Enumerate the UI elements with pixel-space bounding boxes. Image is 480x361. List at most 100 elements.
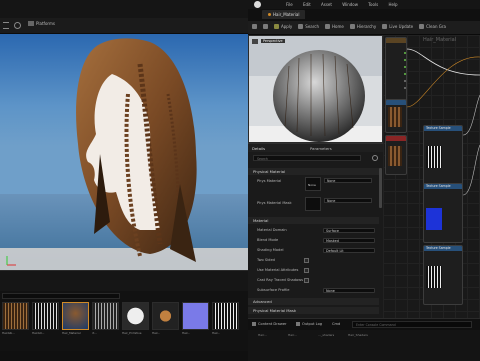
path-bar[interactable]: [2, 293, 120, 299]
editor-tab-bar: Hair_Material: [248, 9, 480, 21]
tab-parameters[interactable]: Parameters: [310, 146, 332, 151]
content-browser: HairAlb... HairAO... Hair_Material rt... Hai…: [0, 270, 248, 361]
search-placeholder: Search: [257, 156, 268, 161]
status-bar: Content Drawer Output Log Cmd Enter Cons…: [248, 318, 480, 330]
section-advanced[interactable]: Advanced: [248, 298, 379, 305]
material-row: Shading Model Default Lit: [248, 247, 383, 254]
material-row-checkbox[interactable]: [304, 278, 309, 283]
console-input[interactable]: Enter Console Command: [352, 321, 472, 328]
material-row-checkbox[interactable]: [304, 258, 309, 263]
menu-edit[interactable]: Edit: [303, 2, 311, 7]
material-row: Subsurface Profile None: [248, 287, 383, 294]
asset-label: HairAlb...: [2, 331, 15, 335]
strip-item-4[interactable]: Hair_Shaders: [348, 333, 368, 337]
menu-file[interactable]: File: [286, 2, 293, 7]
axis-gizmo: [6, 256, 16, 266]
search-label: Search: [305, 24, 320, 29]
main-viewport[interactable]: [0, 34, 248, 270]
asset-thumbnail[interactable]: [2, 302, 29, 330]
asset-thumbnail[interactable]: [122, 302, 149, 330]
asset-thumbnail[interactable]: [182, 302, 209, 330]
phys-material-dropdown[interactable]: None: [324, 178, 372, 183]
section-material[interactable]: Material: [248, 217, 379, 224]
platforms-icon: [28, 21, 34, 26]
asset-thumbnail[interactable]: [62, 302, 89, 330]
asset-thumbnail[interactable]: [32, 302, 59, 330]
asset-thumbnail[interactable]: [152, 302, 179, 330]
asset-strip: Hair... Hair... ..._shaders Hair_Shaders: [248, 330, 480, 360]
live-update-button[interactable]: Live Update: [382, 24, 413, 29]
asset-label: Hair...: [212, 331, 221, 335]
material-row-label: Subsurface Profile: [257, 288, 290, 292]
home-button[interactable]: Home: [325, 24, 344, 29]
platforms-button[interactable]: Platforms: [28, 21, 55, 26]
settings-icon[interactable]: [14, 22, 21, 29]
material-row: Blend Mode Masked: [248, 237, 383, 244]
save-button[interactable]: [252, 24, 257, 29]
graph-wires: [406, 48, 480, 196]
preview-perspective-label[interactable]: Perspective: [261, 39, 285, 43]
save-icon: [252, 24, 257, 29]
phys-material-label: Phys Material: [257, 179, 282, 183]
strip-item-3[interactable]: ..._shaders: [318, 333, 334, 337]
tab-hair-material[interactable]: Hair_Material: [262, 10, 306, 19]
cmd-dropdown[interactable]: Cmd: [332, 322, 340, 326]
menu-items: File Edit Asset Window Tools Help: [286, 2, 407, 7]
content-drawer-button[interactable]: Content Drawer: [252, 322, 287, 326]
clean-graph-button[interactable]: Clean Gra: [419, 24, 446, 29]
asset-thumbnail[interactable]: [212, 302, 239, 330]
material-row-dropdown[interactable]: Masked: [323, 237, 375, 243]
hierarchy-label: Hierarchy: [356, 24, 377, 29]
apply-label: Apply: [281, 24, 293, 29]
details-tab-row: Details Parameters: [248, 144, 383, 152]
material-icon: [268, 13, 271, 16]
search-icon: [298, 24, 304, 29]
folder-icon: [263, 24, 268, 29]
material-row-dropdown[interactable]: None: [323, 287, 375, 293]
unreal-logo-icon: [254, 1, 261, 8]
home-label: Home: [332, 24, 344, 29]
phys-mask-label: Phys Material Mask: [257, 201, 292, 205]
details-settings-icon[interactable]: [372, 155, 378, 161]
asset-thumbnail[interactable]: [92, 302, 119, 330]
asset-label: Hair...: [152, 331, 161, 335]
details-scrollbar[interactable]: [379, 168, 382, 208]
details-panel: Details Parameters Search Physical Mater…: [248, 143, 383, 318]
hierarchy-icon: [349, 24, 355, 29]
menu-tools[interactable]: Tools: [368, 2, 378, 7]
strip-item-2[interactable]: Hair...: [288, 333, 297, 337]
viewport-toolbar: Platforms: [0, 18, 248, 34]
live-update-icon: [382, 24, 388, 29]
output-log-button[interactable]: Output Log: [296, 322, 322, 326]
material-graph[interactable]: Hair_Material Texture Sample Texture Sam…: [383, 35, 480, 318]
phys-mask-thumb[interactable]: [305, 197, 321, 211]
material-row: Use Material Attributes: [248, 267, 383, 274]
material-row-label: Cast Ray Traced Shadows: [257, 278, 304, 282]
menu-window[interactable]: Window: [342, 2, 358, 7]
section-physical-material-mask[interactable]: Physical Material Mask: [248, 307, 379, 314]
strip-item-1[interactable]: Hair...: [258, 333, 267, 337]
material-row-dropdown[interactable]: Surface: [323, 227, 375, 233]
apply-button[interactable]: Apply: [274, 24, 292, 29]
log-icon: [296, 322, 300, 326]
clean-label: Clean Gra: [426, 24, 446, 29]
platforms-label: Platforms: [36, 21, 55, 26]
menu-help[interactable]: Help: [388, 2, 397, 7]
material-row-label: Blend Mode: [257, 238, 279, 242]
section-physical-material[interactable]: Physical Material: [248, 168, 379, 175]
material-row-checkbox[interactable]: [304, 268, 309, 273]
home-icon: [325, 24, 331, 29]
preview-menu-icon[interactable]: [252, 39, 258, 44]
details-search-input[interactable]: Search: [253, 155, 361, 161]
search-button[interactable]: Search: [298, 24, 319, 29]
menu-asset[interactable]: Asset: [321, 2, 332, 7]
clean-icon: [419, 24, 425, 29]
material-row-dropdown[interactable]: Default Lit: [323, 247, 375, 253]
hierarchy-button[interactable]: Hierarchy: [349, 24, 377, 29]
material-preview[interactable]: Perspective: [248, 35, 383, 143]
phys-mask-dropdown[interactable]: None: [324, 198, 372, 203]
menu-icon[interactable]: [3, 22, 9, 29]
tab-details[interactable]: Details: [252, 146, 265, 151]
output-log-label: Output Log: [302, 322, 323, 326]
browse-button[interactable]: [263, 24, 268, 29]
